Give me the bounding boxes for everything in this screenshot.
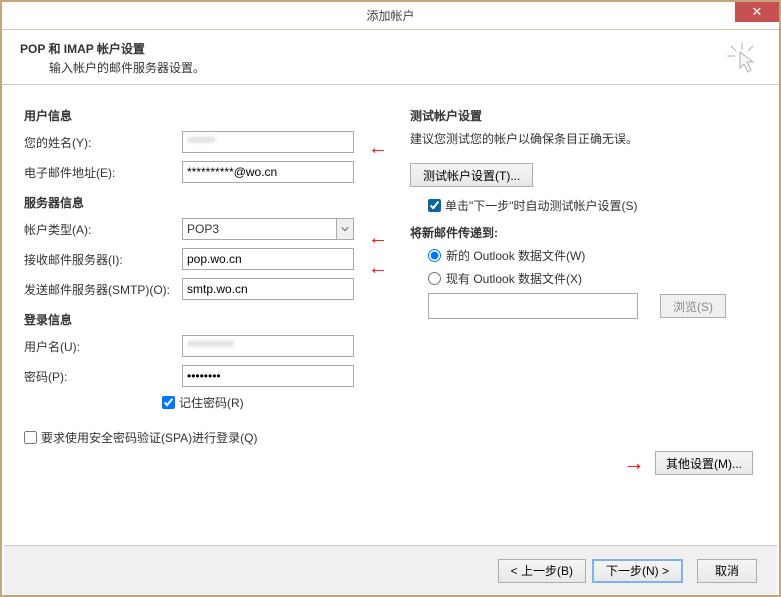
red-arrow-icon: →: [623, 450, 645, 476]
outgoing-server-input[interactable]: [182, 278, 354, 300]
auto-test-label: 单击"下一步"时自动测试帐户设置(S): [445, 197, 638, 214]
cancel-button[interactable]: 取消: [697, 559, 757, 583]
password-input[interactable]: [182, 365, 354, 387]
test-description: 建议您测试您的帐户以确保条目正确无误。: [410, 130, 757, 147]
spa-label: 要求使用安全密码验证(SPA)进行登录(Q): [41, 429, 257, 446]
red-arrow-icon: ←: [368, 257, 388, 280]
incoming-server-label: 接收邮件服务器(I):: [24, 251, 182, 268]
window-frame: 添加帐户 ✕ POP 和 IMAP 帐户设置 输入帐户的邮件服务器设置。 用户信…: [0, 0, 781, 597]
username-label: 用户名(U):: [24, 338, 182, 355]
name-input[interactable]: [182, 131, 354, 153]
test-section-title: 测试帐户设置: [410, 107, 757, 124]
test-settings-button[interactable]: 测试帐户设置(T)...: [410, 163, 533, 187]
left-column: 用户信息 您的姓名(Y): 电子邮件地址(E): 服务器信息 帐户类型(A): …: [24, 103, 410, 446]
username-input[interactable]: [182, 335, 354, 357]
red-arrow-icon: ←: [368, 227, 388, 250]
close-icon: ✕: [752, 4, 763, 20]
existing-data-file-radio[interactable]: [428, 272, 441, 285]
existing-file-path-input[interactable]: [428, 293, 638, 319]
user-info-section-title: 用户信息: [24, 107, 410, 124]
account-type-label: 帐户类型(A):: [24, 221, 182, 238]
header-subtitle: 输入帐户的邮件服务器设置。: [20, 59, 761, 76]
red-arrow-icon: ←: [368, 137, 388, 160]
title-bar: 添加帐户 ✕: [2, 2, 779, 30]
name-label: 您的姓名(Y):: [24, 134, 182, 151]
incoming-server-input[interactable]: [182, 248, 354, 270]
login-info-section-title: 登录信息: [24, 311, 410, 328]
content-area: 用户信息 您的姓名(Y): 电子邮件地址(E): 服务器信息 帐户类型(A): …: [2, 85, 779, 446]
password-label: 密码(P):: [24, 368, 182, 385]
auto-test-checkbox[interactable]: [428, 199, 441, 212]
chevron-down-icon: [341, 225, 349, 233]
back-button[interactable]: < 上一步(B): [498, 559, 586, 583]
cursor-decoration-icon: [727, 42, 757, 74]
server-info-section-title: 服务器信息: [24, 194, 410, 211]
spa-checkbox[interactable]: [24, 431, 37, 444]
header-title: POP 和 IMAP 帐户设置: [20, 40, 761, 57]
other-settings-button[interactable]: 其他设置(M)...: [655, 451, 753, 475]
other-settings-area: → 其他设置(M)...: [623, 450, 753, 476]
deliver-section-title: 将新邮件传递到:: [410, 224, 757, 241]
email-input[interactable]: [182, 161, 354, 183]
browse-button[interactable]: 浏览(S): [660, 294, 726, 318]
window-title: 添加帐户: [2, 7, 779, 24]
remember-password-label: 记住密码(R): [179, 394, 244, 411]
new-data-file-label: 新的 Outlook 数据文件(W): [446, 247, 585, 264]
close-button[interactable]: ✕: [735, 2, 779, 22]
email-label: 电子邮件地址(E):: [24, 164, 182, 181]
outgoing-server-label: 发送邮件服务器(SMTP)(O):: [24, 281, 182, 298]
wizard-header: POP 和 IMAP 帐户设置 输入帐户的邮件服务器设置。: [2, 30, 779, 85]
remember-password-checkbox[interactable]: [162, 396, 175, 409]
right-column: 测试帐户设置 建议您测试您的帐户以确保条目正确无误。 测试帐户设置(T)... …: [410, 103, 757, 446]
new-data-file-radio[interactable]: [428, 249, 441, 262]
next-button[interactable]: 下一步(N) >: [592, 559, 683, 583]
account-type-value: POP3: [183, 222, 336, 236]
account-type-combo[interactable]: POP3: [182, 218, 354, 240]
footer: < 上一步(B) 下一步(N) > 取消: [4, 545, 777, 595]
existing-data-file-label: 现有 Outlook 数据文件(X): [446, 270, 582, 287]
combo-dropdown-button[interactable]: [336, 219, 353, 239]
